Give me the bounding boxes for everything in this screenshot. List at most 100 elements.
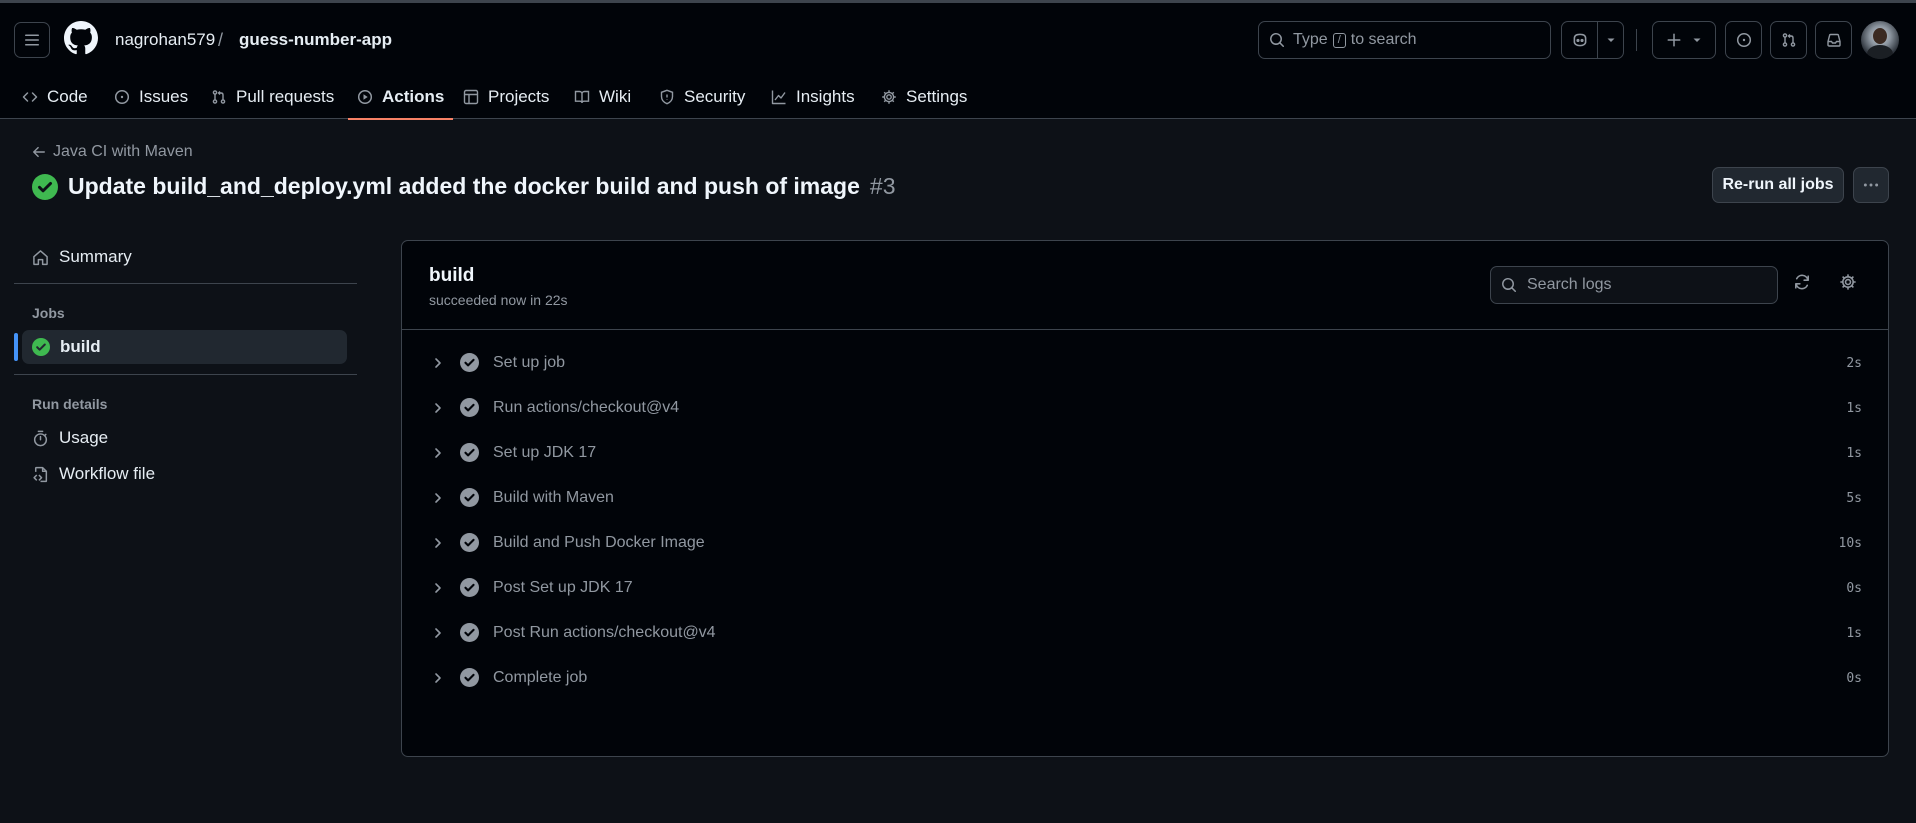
arrow-left-icon bbox=[33, 146, 45, 158]
tab-projects[interactable]: Projects bbox=[463, 75, 549, 119]
sidebar-item-summary[interactable]: Summary bbox=[22, 240, 347, 274]
github-logo-icon[interactable] bbox=[64, 21, 98, 55]
job-step-duration: 1s bbox=[1846, 401, 1862, 416]
sidebar-job-label: build bbox=[60, 337, 101, 356]
tab-issues-label: Issues bbox=[139, 87, 189, 106]
run-more-options-button[interactable] bbox=[1853, 167, 1889, 203]
job-step[interactable]: Run actions/checkout@v4 1s bbox=[402, 386, 1888, 431]
job-panel-header: build succeeded now in 22s Search logs bbox=[402, 241, 1888, 330]
workflow-back-link[interactable]: Java CI with Maven bbox=[32, 143, 193, 161]
refresh-logs-button[interactable] bbox=[1793, 273, 1811, 291]
avatar-body bbox=[1867, 45, 1893, 59]
sidebar-divider bbox=[14, 374, 357, 375]
breadcrumb-owner-link[interactable]: nagrohan579 bbox=[115, 30, 215, 50]
tab-security-label: Security bbox=[684, 87, 746, 106]
job-step[interactable]: Set up JDK 17 1s bbox=[402, 431, 1888, 476]
search-logs-placeholder: Search logs bbox=[1527, 276, 1612, 293]
check-circle-fill-icon bbox=[460, 623, 479, 642]
check-circle-fill-icon bbox=[460, 578, 479, 597]
your-issues-button[interactable] bbox=[1725, 21, 1762, 59]
tab-code-label: Code bbox=[47, 87, 88, 106]
run-title-row: Update build_and_deploy.yml added the do… bbox=[32, 173, 896, 200]
search-prefix-text: Type bbox=[1293, 31, 1328, 48]
sidebar-item-workflow-file[interactable]: Workflow file bbox=[22, 457, 347, 491]
gear-icon bbox=[882, 90, 896, 104]
job-step-duration: 0s bbox=[1846, 581, 1862, 596]
book-icon bbox=[574, 90, 590, 104]
play-icon bbox=[357, 89, 373, 105]
tab-actions[interactable]: Actions bbox=[348, 75, 454, 120]
job-steps-list: Set up job 2s Run actions/checkout@v4 1s… bbox=[402, 341, 1888, 701]
job-step[interactable]: Set up job 2s bbox=[402, 341, 1888, 386]
sidebar-item-usage[interactable]: Usage bbox=[22, 421, 347, 455]
home-icon bbox=[33, 249, 48, 265]
tab-code[interactable]: Code bbox=[22, 75, 88, 119]
file-code-icon bbox=[33, 466, 48, 482]
rerun-all-jobs-button[interactable]: Re-run all jobs bbox=[1712, 167, 1844, 203]
check-circle-fill-icon bbox=[460, 668, 479, 687]
git-pull-request-icon bbox=[1782, 33, 1795, 47]
search-logs-input[interactable]: Search logs bbox=[1490, 266, 1778, 304]
tab-wiki[interactable]: Wiki bbox=[574, 75, 631, 119]
sidebar-jobs-heading: Jobs bbox=[32, 305, 65, 321]
global-search-input[interactable]: Type / to search bbox=[1258, 21, 1551, 59]
copilot-button[interactable] bbox=[1562, 22, 1599, 58]
inbox-icon bbox=[1826, 33, 1841, 47]
tab-insights[interactable]: Insights bbox=[771, 75, 855, 119]
breadcrumb-repo-link[interactable]: guess-number-app bbox=[239, 30, 392, 50]
repo-nav-tabs: Code Issues Pull requests Actions Projec… bbox=[0, 75, 1916, 120]
user-avatar[interactable] bbox=[1861, 21, 1899, 59]
avatar-head bbox=[1873, 28, 1887, 44]
breadcrumb-separator: / bbox=[218, 30, 224, 50]
tab-security[interactable]: Security bbox=[659, 75, 745, 119]
job-step[interactable]: Post Set up JDK 17 0s bbox=[402, 566, 1888, 611]
job-step[interactable]: Post Run actions/checkout@v4 1s bbox=[402, 611, 1888, 656]
check-circle-fill-icon bbox=[32, 338, 50, 356]
job-step-name: Run actions/checkout@v4 bbox=[493, 399, 680, 416]
check-circle-fill-icon bbox=[460, 488, 479, 507]
kebab-horizontal-icon bbox=[1863, 183, 1879, 187]
tab-issues[interactable]: Issues bbox=[114, 75, 188, 119]
job-step-duration: 5s bbox=[1846, 491, 1862, 506]
job-step-name: Post Set up JDK 17 bbox=[493, 579, 633, 596]
sidebar-run-details-heading: Run details bbox=[32, 396, 108, 412]
triangle-down-icon bbox=[1607, 38, 1615, 42]
create-new-button[interactable] bbox=[1652, 21, 1716, 59]
app-header: nagrohan579 / guess-number-app Type / to… bbox=[0, 3, 1916, 120]
tab-settings-label: Settings bbox=[906, 87, 968, 106]
chevron-right-icon bbox=[435, 538, 441, 548]
hamburger-menu-button[interactable] bbox=[14, 22, 50, 58]
copilot-icon bbox=[1573, 33, 1587, 47]
inbox-button[interactable] bbox=[1815, 21, 1852, 59]
your-pull-requests-button[interactable] bbox=[1770, 21, 1807, 59]
copilot-dropdown-button[interactable] bbox=[1598, 22, 1623, 58]
job-step[interactable]: Complete job 0s bbox=[402, 656, 1888, 701]
sidebar-usage-label: Usage bbox=[59, 428, 109, 447]
chevron-right-icon bbox=[435, 358, 441, 368]
chevron-right-icon bbox=[435, 583, 441, 593]
copilot-button-group bbox=[1561, 21, 1624, 59]
job-status-subtitle: succeeded now in 22s bbox=[429, 292, 568, 308]
job-step[interactable]: Build and Push Docker Image 10s bbox=[402, 521, 1888, 566]
tab-projects-label: Projects bbox=[488, 87, 550, 106]
tab-settings[interactable]: Settings bbox=[881, 75, 967, 119]
job-title: build bbox=[429, 265, 475, 286]
job-step[interactable]: Build with Maven 5s bbox=[402, 476, 1888, 521]
check-circle-fill-icon bbox=[460, 353, 479, 372]
search-icon bbox=[1270, 33, 1284, 47]
job-step-name: Complete job bbox=[493, 669, 588, 686]
stopwatch-icon bbox=[33, 430, 48, 446]
run-title: Update build_and_deploy.yml added the do… bbox=[68, 173, 860, 199]
three-bars-icon bbox=[25, 34, 39, 46]
job-step-duration: 1s bbox=[1846, 446, 1862, 461]
log-settings-button[interactable] bbox=[1839, 273, 1857, 291]
sidebar-summary-label: Summary bbox=[59, 247, 132, 266]
job-step-name: Set up job bbox=[493, 354, 566, 371]
plus-icon bbox=[1667, 33, 1681, 47]
sidebar-divider bbox=[14, 283, 357, 284]
sidebar-item-job-build[interactable]: build bbox=[22, 330, 347, 364]
tab-pull-requests[interactable]: Pull requests bbox=[211, 75, 334, 119]
code-icon bbox=[22, 92, 38, 102]
git-pull-request-icon bbox=[212, 90, 226, 104]
graph-icon bbox=[771, 90, 786, 105]
